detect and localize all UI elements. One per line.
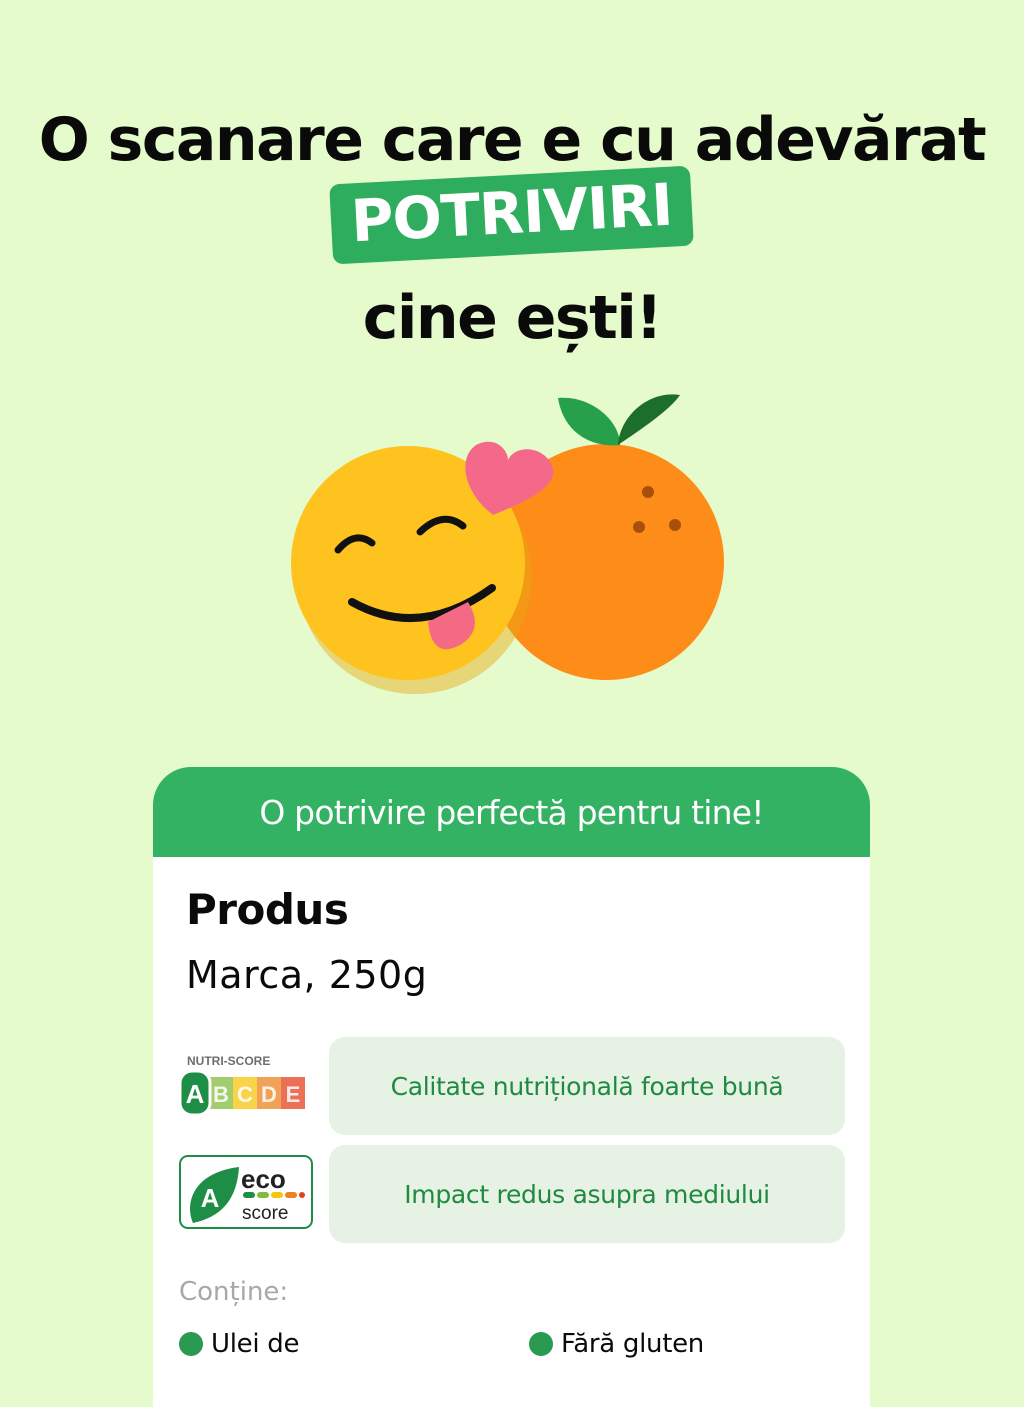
headline-line-3: cine ești! bbox=[362, 283, 663, 353]
contains-label: Conține: bbox=[179, 1277, 289, 1307]
eco-score-badge: A eco score bbox=[179, 1155, 313, 1229]
leaf-icon bbox=[558, 397, 620, 446]
card-header: O potrivire perfectă pentru tine! bbox=[153, 767, 870, 857]
product-name: Produs bbox=[186, 885, 349, 934]
nutri-score-title: NUTRI-SCORE bbox=[187, 1054, 270, 1068]
nutri-score-label: Calitate nutrițională foarte bună bbox=[329, 1037, 845, 1135]
eco-score-grade: A bbox=[201, 1183, 220, 1213]
eco-text: eco bbox=[241, 1164, 286, 1194]
nutri-grade-label-c: C bbox=[237, 1082, 253, 1107]
nutri-score-row: NUTRI-SCORE ABCDEA Calitate nutrițională… bbox=[153, 1037, 870, 1135]
nutri-score-grades: ABCDEA bbox=[179, 1069, 305, 1117]
headline-highlight: POTRIVIRI bbox=[329, 165, 695, 265]
product-card[interactable]: O potrivire perfectă pentru tine! Produs… bbox=[153, 767, 870, 1407]
tag-item: Ulei de bbox=[179, 1329, 299, 1359]
headline-line-1: O scanare care e cu adevărat bbox=[38, 105, 987, 175]
nutri-grade-label-e: E bbox=[286, 1082, 301, 1107]
tag-item: Fără gluten bbox=[529, 1329, 704, 1359]
nutri-score-badge: NUTRI-SCORE ABCDEA bbox=[179, 1054, 305, 1117]
nutri-selected-grade-label: A bbox=[186, 1079, 205, 1109]
green-dot-icon bbox=[529, 1332, 553, 1356]
eco-score-label: Impact redus asupra mediului bbox=[329, 1145, 845, 1243]
green-dot-icon bbox=[179, 1332, 203, 1356]
nutri-grade-label-d: D bbox=[261, 1082, 277, 1107]
smiley-and-orange-illustration bbox=[291, 394, 724, 694]
tag-label: Fără gluten bbox=[561, 1329, 704, 1359]
eco-score-row: A eco score Impact redus asupra mediului bbox=[153, 1145, 870, 1243]
score-text: score bbox=[242, 1203, 288, 1224]
product-brand: Marca, 250g bbox=[186, 953, 428, 997]
tag-label: Ulei de bbox=[211, 1329, 300, 1359]
leaf-icon bbox=[618, 394, 680, 445]
nutri-grade-label-b: B bbox=[213, 1082, 229, 1107]
